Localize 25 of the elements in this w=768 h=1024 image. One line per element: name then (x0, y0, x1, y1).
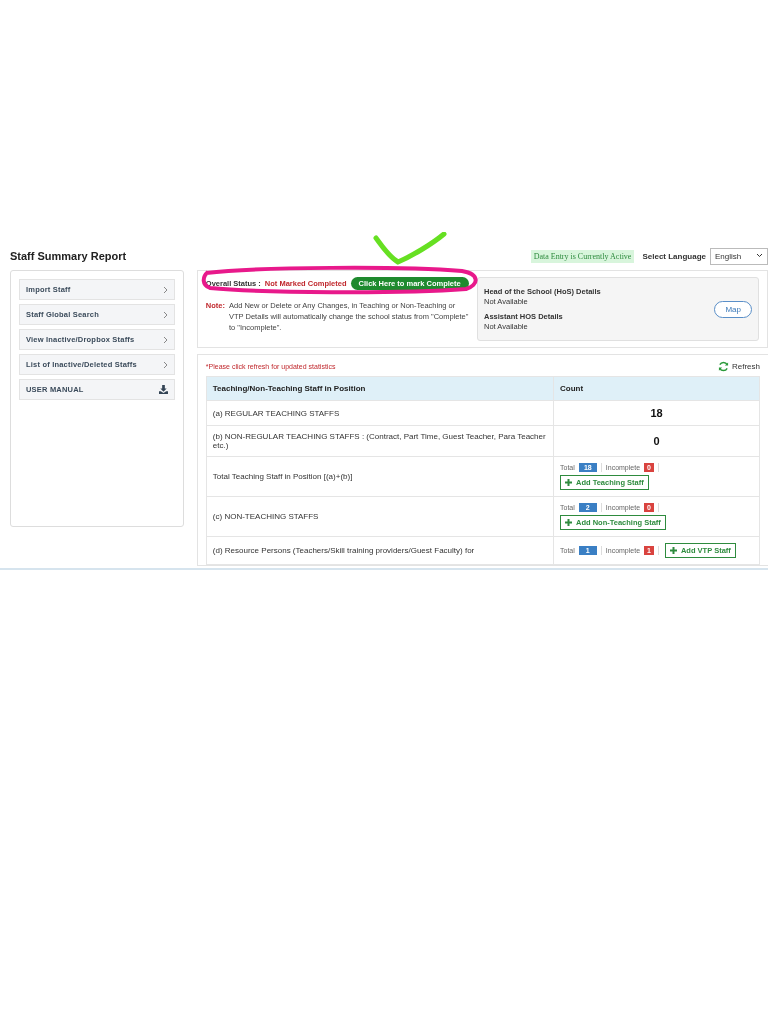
column-header: Count (553, 376, 760, 401)
plus-icon (565, 519, 572, 526)
chevron-icon (162, 310, 168, 319)
count-cell: 0 (553, 425, 760, 457)
table-cell: (b) NON-REGULAR TEACHING STAFFS : (Contract, Part Time, Guest Teacher, Para Teacher etc.) (206, 425, 554, 457)
table-cell: (d) Resource Persons (Teachers/Skill training providers/Guest Faculty) for (206, 536, 554, 565)
column-header: Teaching/Non-Teaching Staff in Position (206, 376, 554, 401)
table-cell: Total Teaching Staff in Position [(a)+(b)] (206, 456, 554, 497)
chevron-icon (162, 335, 168, 344)
table-cell: (a) REGULAR TEACHING STAFFS (206, 400, 554, 426)
refresh-button[interactable]: Refresh (718, 361, 760, 372)
page-title: Staff Summary Report (10, 250, 128, 262)
map-button[interactable]: Map (714, 300, 752, 318)
download-icon (158, 385, 168, 394)
language-select[interactable]: English (710, 247, 768, 265)
chevron-icon (162, 360, 168, 369)
refresh-icon (718, 361, 729, 372)
language-label: Select Language (642, 251, 706, 261)
status-badge: Data Entry is Currently Active (530, 249, 635, 263)
chevron-icon (162, 285, 168, 294)
count-cell: 18 (553, 400, 760, 426)
plus-icon (565, 479, 572, 486)
plus-icon (669, 547, 677, 554)
table-cell: (c) NON-TEACHING STAFFS (206, 496, 554, 537)
dropdown-caret-icon (756, 251, 763, 259)
